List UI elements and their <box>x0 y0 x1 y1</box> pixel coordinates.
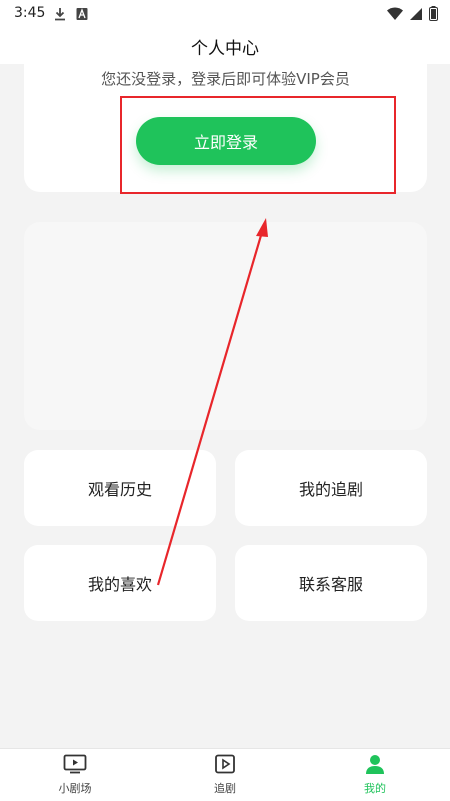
menu-my-favorites-label: 我的喜欢 <box>87 575 152 594</box>
menu-customer-service[interactable]: 联系客服 <box>235 545 427 621</box>
menu-watch-history-label: 观看历史 <box>87 480 152 499</box>
battery-icon <box>429 6 438 25</box>
status-right-icons <box>387 6 438 25</box>
status-time: 3:45 <box>14 5 46 21</box>
nav-theater[interactable]: 小剧场 <box>20 749 130 801</box>
menu-customer-service-label: 联系客服 <box>298 575 363 594</box>
login-hint: 您还没登录，登录后即可体验VIP会员 <box>101 70 350 88</box>
menu-watch-history[interactable]: 观看历史 <box>24 450 216 526</box>
status-bar: 3:45 <box>0 0 450 28</box>
nav-theater-label: 小剧场 <box>58 782 92 795</box>
font-a-icon <box>76 6 88 25</box>
menu-my-series[interactable]: 我的追剧 <box>235 450 427 526</box>
menu-my-favorites[interactable]: 我的喜欢 <box>24 545 216 621</box>
download-icon <box>54 6 66 25</box>
nav-follow[interactable]: 追剧 <box>170 749 280 801</box>
bottom-nav: 小剧场 追剧 我的 <box>0 748 450 801</box>
annotation-highlight-box <box>120 96 396 194</box>
menu-my-series-label: 我的追剧 <box>298 480 363 499</box>
status-left-icons <box>54 6 88 25</box>
signal-icon <box>409 6 423 25</box>
wifi-icon <box>387 6 403 25</box>
nav-mine-label: 我的 <box>364 782 386 795</box>
nav-mine[interactable]: 我的 <box>320 749 430 801</box>
person-icon <box>364 754 386 778</box>
play-square-icon <box>214 754 236 778</box>
banner-placeholder <box>24 222 427 430</box>
page-header: 个人中心 <box>0 28 450 64</box>
nav-follow-label: 追剧 <box>214 782 236 795</box>
tv-icon <box>63 754 87 778</box>
page-title: 个人中心 <box>191 38 259 59</box>
